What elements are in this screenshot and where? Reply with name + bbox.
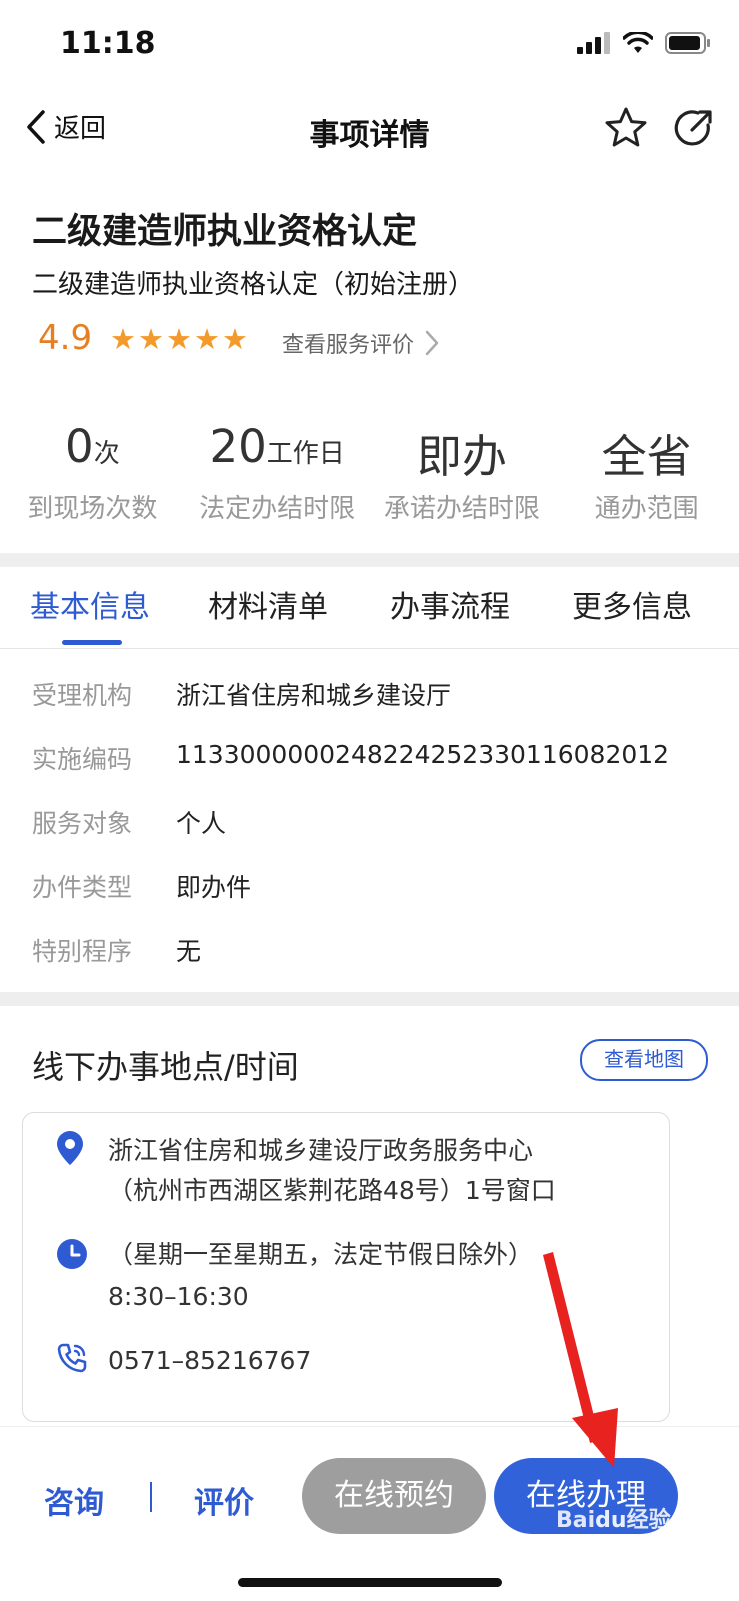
annotation-arrow xyxy=(543,1252,618,1468)
home-indicator xyxy=(238,1578,502,1587)
